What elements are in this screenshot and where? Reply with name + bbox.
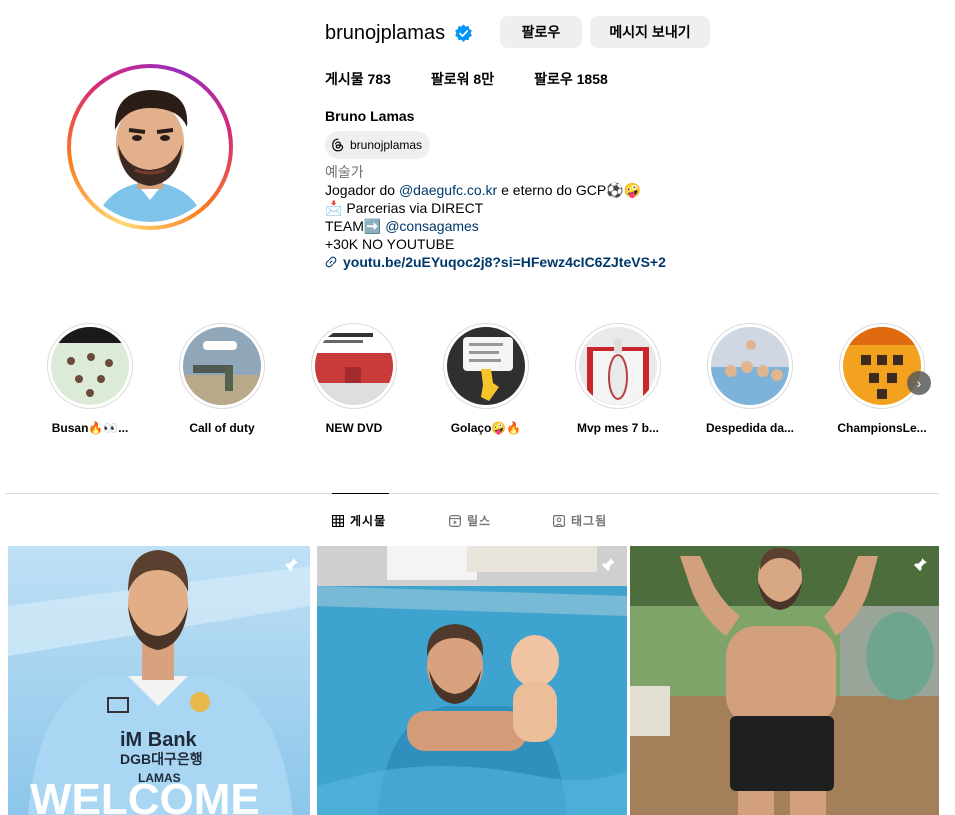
bio-line-2: 📩 Parcerias via DIRECT <box>325 200 484 216</box>
profile-stats: 게시물 783 팔로워 8만 팔로우 1858 <box>325 69 648 89</box>
profile-avatar[interactable] <box>75 72 225 222</box>
post-caption-line: WELCOME <box>30 775 260 815</box>
highlight-cover <box>51 327 129 405</box>
following-count[interactable]: 팔로우 1858 <box>534 69 608 89</box>
bio-line-1: Jogador do @daegufc.co.kr e eterno do GC… <box>325 181 666 199</box>
highlight-ring <box>47 323 133 409</box>
highlight-label: Golaço🤪🔥 <box>450 421 522 435</box>
pinned-post-icon <box>913 558 927 572</box>
tab-reels[interactable]: 릴스 <box>449 512 491 529</box>
highlight-ring <box>311 323 397 409</box>
highlight-ring <box>839 323 925 409</box>
profile-category: 예술가 <box>325 164 364 180</box>
tab-posts[interactable]: 게시물 <box>332 512 386 529</box>
highlight-label: NEW DVD <box>325 421 383 435</box>
grid-icon <box>332 514 344 527</box>
follow-button[interactable]: 팔로우 <box>500 16 582 48</box>
link-icon <box>325 256 337 268</box>
highlight-cover <box>711 327 789 405</box>
pinned-post-icon <box>601 558 615 572</box>
post-image: iM Bank DGB대구은행 LAMAS WELCOME <box>8 546 310 815</box>
mention-daegufc[interactable]: @daegufc.co.kr <box>399 182 497 198</box>
highlight-label: Mvp mes 7 b... <box>576 421 660 435</box>
highlight-item[interactable]: Despedida da... <box>695 323 805 435</box>
profile-avatar-ring[interactable] <box>67 64 233 230</box>
highlight-item[interactable]: Golaço🤪🔥 <box>431 323 541 435</box>
highlight-item[interactable]: Call of duty <box>167 323 277 435</box>
tab-tagged-label: 태그됨 <box>571 514 608 528</box>
post-tile[interactable] <box>317 546 627 815</box>
bio-line-4: +30K NO YOUTUBE <box>325 236 455 252</box>
highlight-item[interactable]: Busan🔥👀... <box>35 323 145 435</box>
highlight-ring <box>179 323 265 409</box>
posts-count: 게시물 783 <box>325 71 391 87</box>
highlight-label: ChampionsLe... <box>837 421 927 435</box>
highlight-label: Call of duty <box>189 421 255 435</box>
tab-reels-label: 릴스 <box>467 514 492 528</box>
highlight-label: Despedida da... <box>705 421 795 435</box>
verified-badge-icon <box>455 24 472 42</box>
bio-link-text: youtu.be/2uEYuqoc2j8?si=HFewz4cIC6ZJteVS… <box>343 254 666 270</box>
profile-username: brunojplamas <box>325 22 446 44</box>
active-tab-indicator <box>332 493 389 494</box>
highlight-ring <box>443 323 529 409</box>
threads-handle: brunojplamas <box>350 138 423 152</box>
highlight-cover <box>579 327 657 405</box>
tabs-divider <box>5 493 939 494</box>
profile-bio: 예술가 Jogador do @daegufc.co.kr e eterno d… <box>325 163 666 271</box>
bio-line-1-prefix: Jogador do <box>325 182 399 198</box>
post-image <box>630 546 939 815</box>
post-caption-line: DGB대구은행 <box>120 751 203 767</box>
followers-count[interactable]: 팔로워 8만 <box>431 69 494 89</box>
bio-line-1-suffix: e eterno do GCP⚽🤪 <box>497 182 642 198</box>
tab-tagged[interactable]: 태그됨 <box>553 512 607 529</box>
bio-line-3: TEAM➡️ @consagames <box>325 217 666 235</box>
post-image <box>317 546 627 815</box>
send-message-button[interactable]: 메시지 보내기 <box>590 16 710 48</box>
post-tile[interactable]: iM Bank DGB대구은행 LAMAS WELCOME <box>8 546 310 815</box>
highlights-next-chevron-icon[interactable]: › <box>907 371 931 395</box>
highlight-item[interactable]: NEW DVD <box>299 323 409 435</box>
tab-posts-label: 게시물 <box>350 514 387 528</box>
bio-line-3-prefix: TEAM➡️ <box>325 218 386 234</box>
threads-icon <box>332 138 344 152</box>
pinned-post-icon <box>284 558 298 572</box>
highlight-label: Busan🔥👀... <box>51 421 129 435</box>
highlight-cover <box>315 327 393 405</box>
post-caption-line: iM Bank <box>120 729 198 751</box>
post-tile[interactable] <box>630 546 939 815</box>
avatar-gap <box>71 68 229 226</box>
highlight-cover <box>183 327 261 405</box>
tagged-icon <box>553 514 565 527</box>
mention-consagames[interactable]: @consagames <box>385 218 479 234</box>
highlight-cover <box>843 327 921 405</box>
highlight-ring <box>575 323 661 409</box>
highlight-cover <box>447 327 525 405</box>
bio-external-link[interactable]: youtu.be/2uEYuqoc2j8?si=HFewz4cIC6ZJteVS… <box>325 253 666 271</box>
profile-full-name: Bruno Lamas <box>325 108 415 124</box>
story-highlights: Busan🔥👀... Call of duty NEW DVD Golaço🤪🔥… <box>25 323 935 443</box>
highlight-ring <box>707 323 793 409</box>
threads-link[interactable]: brunojplamas <box>325 131 431 159</box>
reels-icon <box>449 514 461 527</box>
highlight-item[interactable]: Mvp mes 7 b... <box>563 323 673 435</box>
